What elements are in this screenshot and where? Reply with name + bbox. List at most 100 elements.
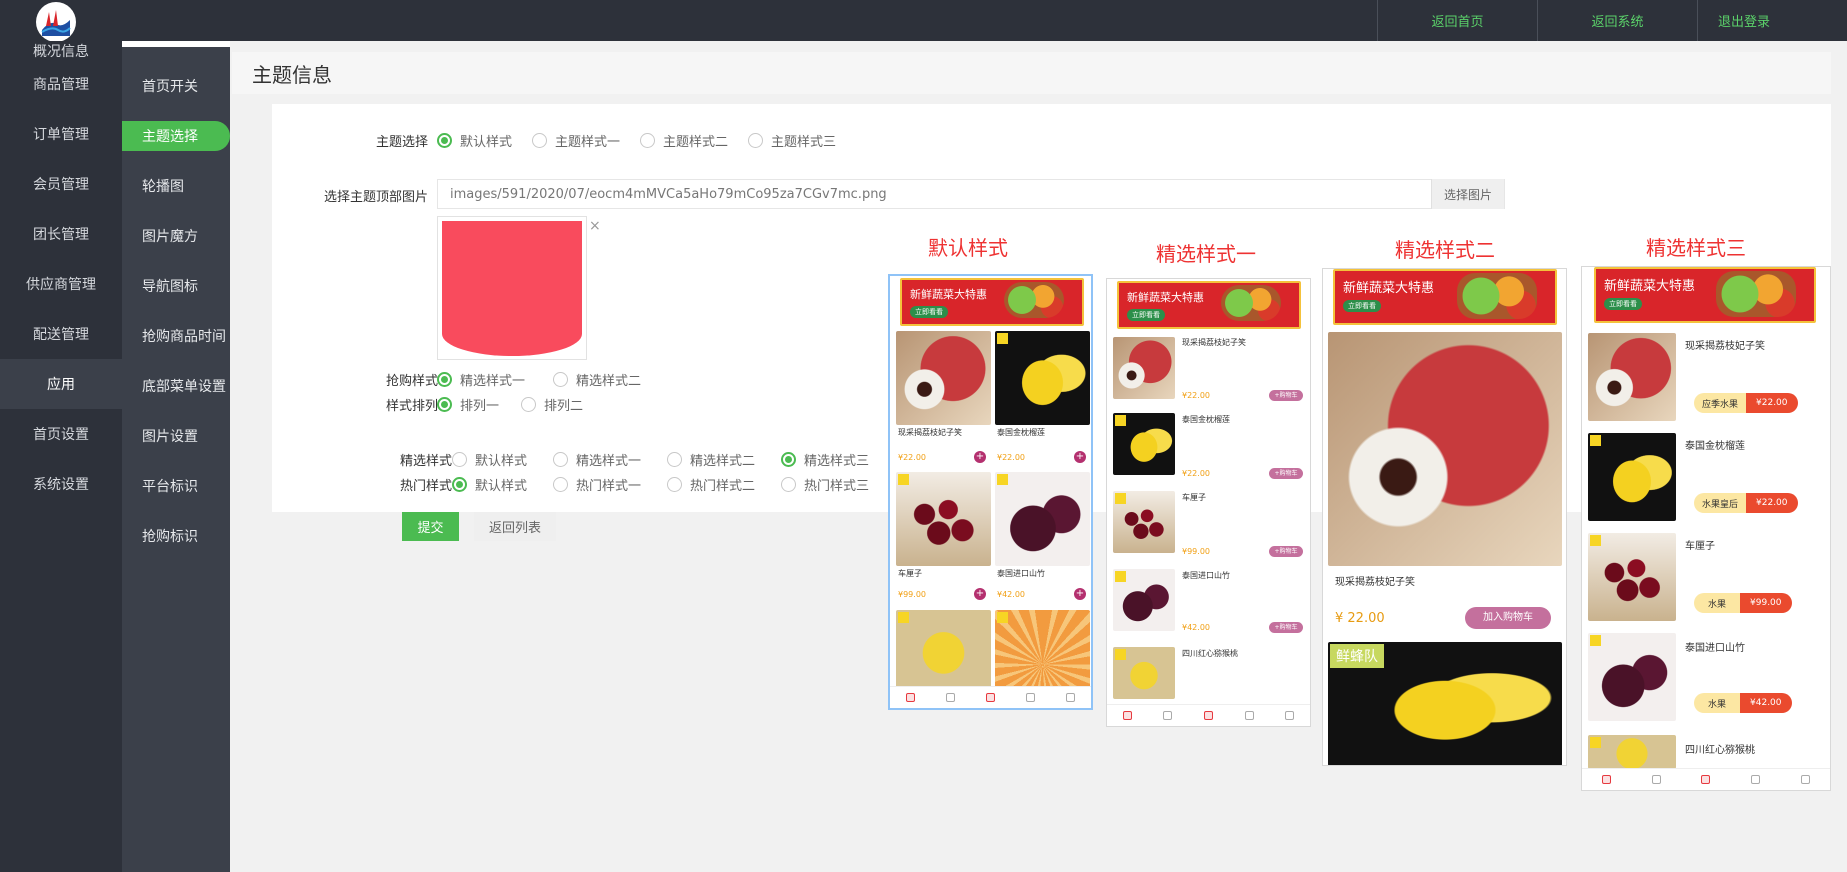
featured-option-3[interactable]: 精选样式三 [781,450,869,469]
radio-dot[interactable] [437,133,452,148]
radio-dot[interactable] [781,477,797,492]
add-cart-button[interactable]: +购物车 [1269,546,1303,557]
subnav-theme-select[interactable]: 主题选择 [122,121,230,151]
theme-option-default[interactable]: 默认样式 [437,131,512,150]
product-image-cherry [896,472,991,566]
add-to-cart-icon[interactable]: + [1074,451,1086,463]
subnav-nav-icons[interactable]: 导航图标 [122,261,230,311]
home-icon[interactable] [905,693,915,702]
category-icon[interactable] [1163,711,1173,720]
sidebar-item-members[interactable]: 会员管理 [0,159,122,209]
back-home-link[interactable]: 返回首页 [1377,0,1537,41]
home-icon[interactable] [1602,775,1612,784]
hot-option-default[interactable]: 默认样式 [452,475,527,494]
subnav-image-cube[interactable]: 图片魔方 [122,211,230,261]
featured-option-default[interactable]: 默认样式 [452,450,527,469]
header-image-path-field[interactable]: images/591/2020/07/eocm4mMVCa5aHo79mCo95… [437,179,1505,209]
cart-icon[interactable] [1244,711,1254,720]
subnav-flash-time[interactable]: 抢购商品时间 [122,311,230,361]
subnav-home-switch[interactable]: 首页开关 [122,61,230,111]
subnav-bottom-menu[interactable]: 底部菜单设置 [122,361,230,411]
radio-dot[interactable] [640,133,656,148]
category-icon[interactable] [1651,775,1661,784]
remove-image-icon[interactable]: × [589,218,601,234]
arrange-option-2[interactable]: 排列二 [521,395,583,414]
theme-option-1[interactable]: 主题样式一 [532,131,620,150]
hot-option-1[interactable]: 热门样式一 [553,475,641,494]
flash-option-1[interactable]: 精选样式一 [437,370,525,389]
sidebar-item-delivery[interactable]: 配送管理 [0,309,122,359]
add-cart-button[interactable]: +购物车 [1269,390,1303,401]
radio-dot[interactable] [748,133,764,148]
add-to-cart-icon[interactable]: + [974,588,986,600]
cart-icon[interactable] [1026,693,1036,702]
add-to-cart-button[interactable]: 加入购物车 [1465,607,1551,629]
radio-dot[interactable] [521,397,537,412]
featured-option-1[interactable]: 精选样式一 [553,450,641,469]
radio-dot[interactable] [667,452,683,467]
product-image-lychee [896,331,991,425]
radio-dot[interactable] [667,477,683,492]
home-icon[interactable] [1122,711,1132,720]
radio-dot[interactable] [553,452,569,467]
preview-phone-featured-3[interactable]: 新鲜蔬菜大特惠 立即看看 现采揭荔枝妃子笑 应季水果 ¥22.00 泰国金枕榴莲 水… [1581,266,1831,791]
live-icon[interactable] [1701,775,1711,784]
logout-link[interactable]: 退出登录 [1697,0,1847,41]
submit-button[interactable]: 提交 [402,512,459,541]
profile-icon[interactable] [1800,775,1810,784]
flash-option-2[interactable]: 精选样式二 [553,370,641,389]
back-system-link[interactable]: 返回系统 [1537,0,1697,41]
back-to-list-button[interactable]: 返回列表 [474,512,556,541]
preview-title-featured-1: 精选样式一 [1156,242,1256,266]
sidebar-item-suppliers[interactable]: 供应商管理 [0,259,122,309]
live-icon[interactable] [985,693,995,702]
price-pill[interactable]: 水果皇后 ¥22.00 [1694,493,1798,513]
subnav-flash-mark[interactable]: 抢购标识 [122,511,230,561]
price-pill[interactable]: 应季水果 ¥22.00 [1694,393,1798,413]
radio-dot[interactable] [452,477,467,492]
price-pill[interactable]: 水果 ¥99.00 [1694,593,1792,613]
radio-dot[interactable] [781,452,797,467]
live-icon[interactable] [1203,711,1213,720]
radio-dot[interactable] [437,372,452,387]
choose-image-button[interactable]: 选择图片 [1431,179,1504,209]
hot-option-2[interactable]: 热门样式二 [667,475,755,494]
add-cart-button[interactable]: +购物车 [1269,468,1303,479]
category-icon[interactable] [945,693,955,702]
subnav-platform-mark[interactable]: 平台标识 [122,461,230,511]
theme-option-2[interactable]: 主题样式二 [640,131,728,150]
subnav-carousel[interactable]: 轮播图 [122,161,230,211]
radio-dot[interactable] [532,133,548,148]
cart-icon[interactable] [1751,775,1761,784]
sidebar-item-overview[interactable]: 概况信息 [0,41,122,60]
preview-phone-featured-1[interactable]: 新鲜蔬菜大特惠 立即看看 现采揭荔枝妃子笑 ¥22.00 +购物车 泰国金枕榴莲 … [1106,278,1311,727]
sidebar-item-system-settings[interactable]: 系统设置 [0,459,122,509]
hot-option-3[interactable]: 热门样式三 [781,475,869,494]
add-to-cart-icon[interactable]: + [974,451,986,463]
arrange-option-1[interactable]: 排列一 [437,395,499,414]
subnav-image-settings[interactable]: 图片设置 [122,411,230,461]
sidebar-item-home-settings[interactable]: 首页设置 [0,409,122,459]
radio-dot[interactable] [452,452,467,467]
product-tag [1590,737,1601,748]
preview-phone-default[interactable]: 新鲜蔬菜大特惠 立即看看 现采揭荔枝妃子笑 泰国金枕榴莲 ¥22.00 ¥22.0… [888,274,1093,710]
sidebar-item-products[interactable]: 商品管理 [0,59,122,109]
preview-phone-featured-2[interactable]: 新鲜蔬菜大特惠 立即看看 现采揭荔枝妃子笑 ¥ 22.00 加入购物车 鲜蜂队 [1322,268,1567,766]
radio-dot[interactable] [437,397,452,412]
price-pill[interactable]: 水果 ¥42.00 [1694,693,1792,713]
featured-option-2[interactable]: 精选样式二 [667,450,755,469]
product-image-kiwi [1588,735,1676,769]
radio-dot[interactable] [553,372,569,387]
product-image-durian [995,331,1090,425]
sidebar-item-leaders[interactable]: 团长管理 [0,209,122,259]
radio-dot[interactable] [553,477,569,492]
profile-icon[interactable] [1285,711,1295,720]
theme-option-3[interactable]: 主题样式三 [748,131,836,150]
sidebar-item-apps[interactable]: 应用 [0,359,122,409]
sidebar-item-orders[interactable]: 订单管理 [0,109,122,159]
brand-logo[interactable] [36,2,76,42]
add-cart-button[interactable]: +购物车 [1269,622,1303,633]
add-to-cart-icon[interactable]: + [1074,588,1086,600]
profile-icon[interactable] [1066,693,1076,702]
sidebar-divider [122,41,230,47]
